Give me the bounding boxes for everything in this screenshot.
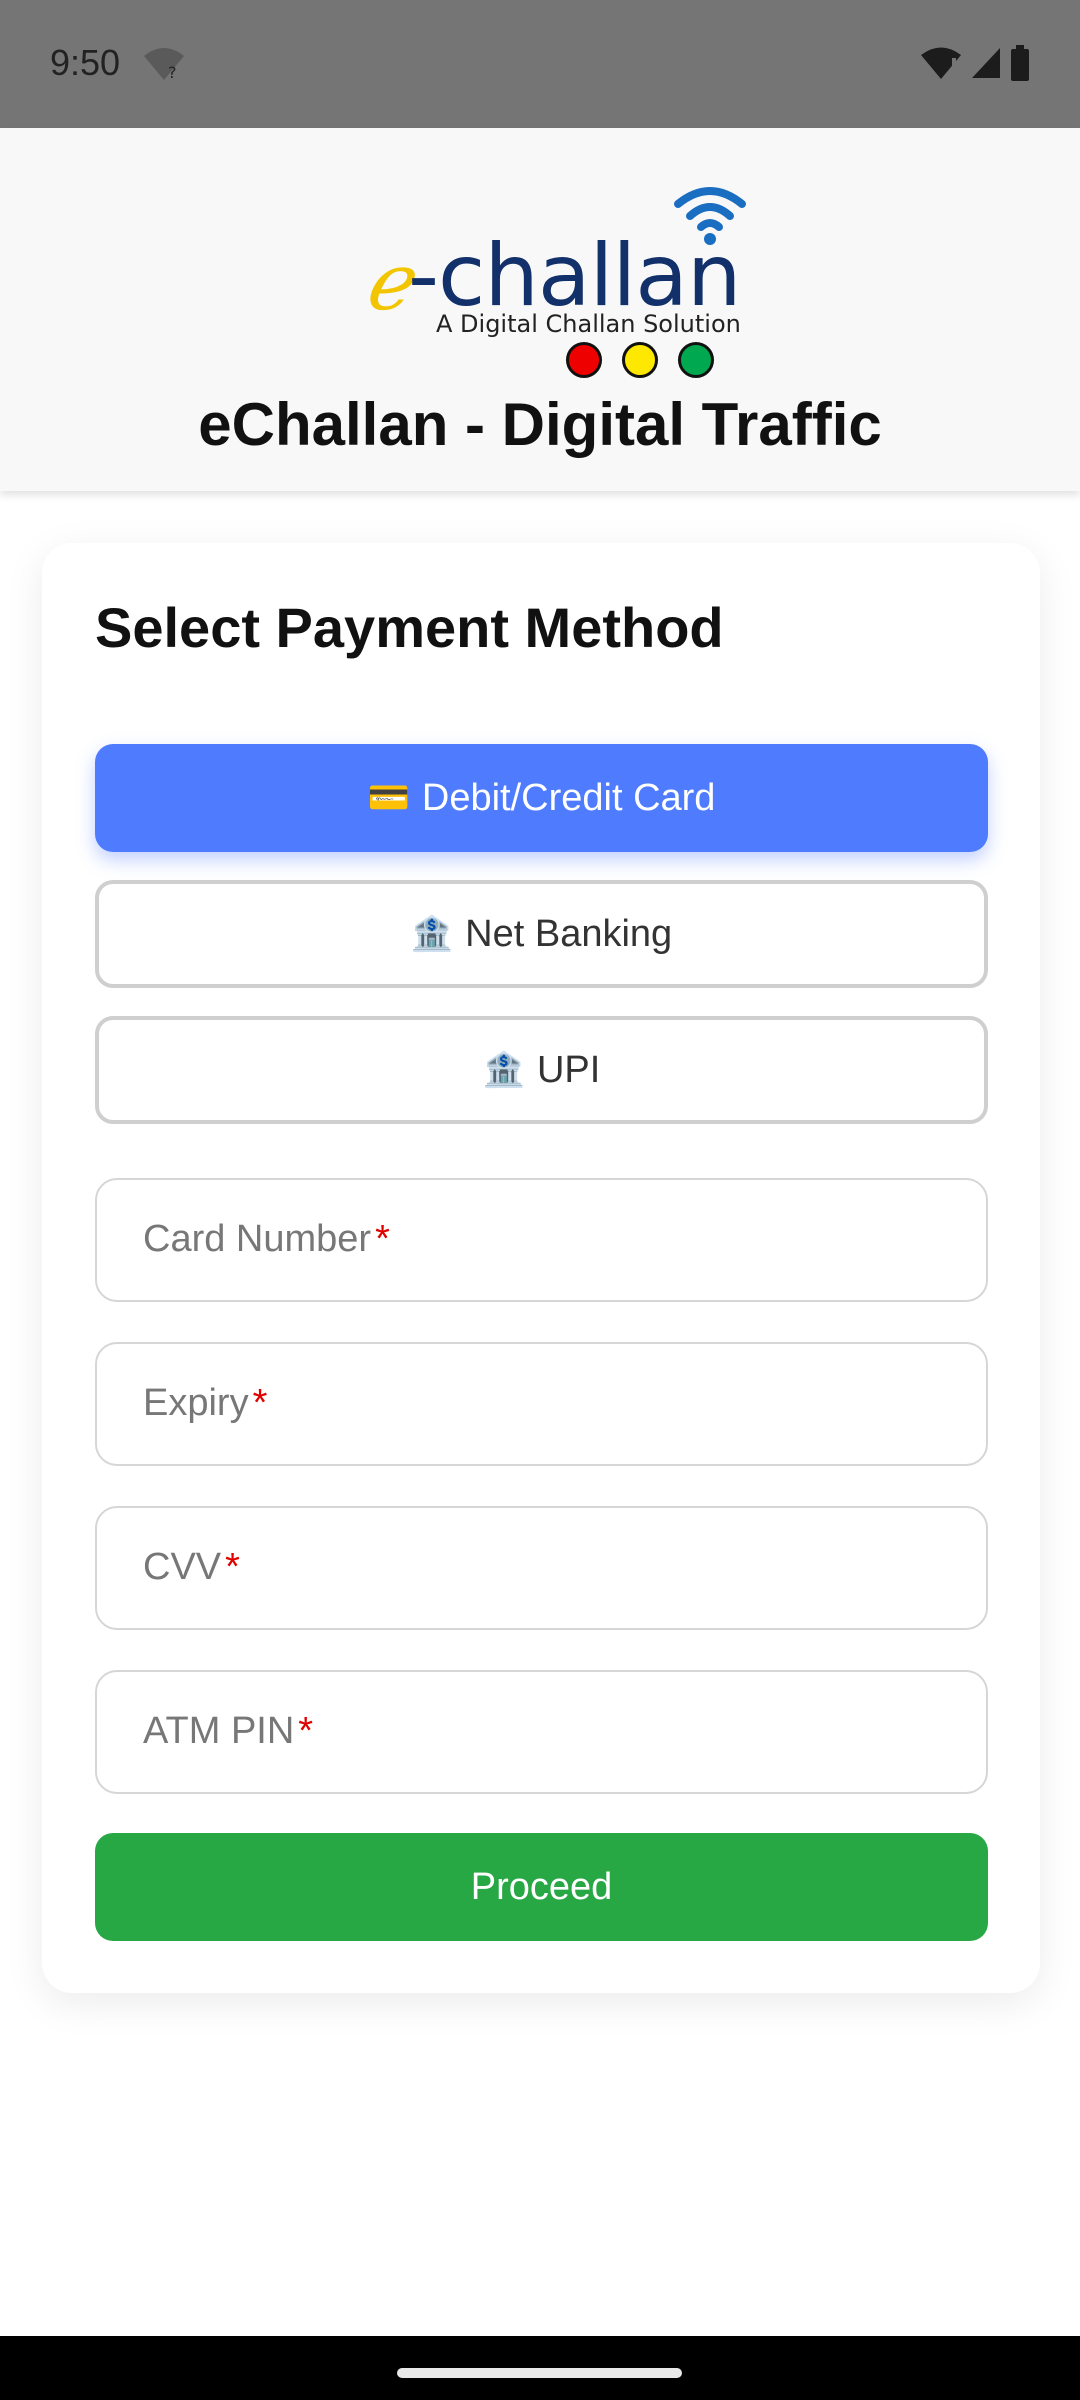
echallan-logo: ℯ -challan A Digital Challan Solution [360,182,760,382]
payment-card: Select Payment Method 💳 Debit/Credit Car… [42,543,1040,1993]
method-debit-credit-card[interactable]: 💳 Debit/Credit Card [95,744,988,852]
logo-e-glyph: ℯ [364,238,411,328]
wifi-icon [674,187,746,245]
card-number-field[interactable]: Card Number * [95,1178,988,1302]
wifi-alert-icon [921,47,961,79]
app-title: eChallan - Digital Traffic [198,391,882,458]
method-label: UPI [536,1048,601,1091]
method-net-banking[interactable]: 🏦 Net Banking [95,880,988,988]
traffic-dot-red [566,342,602,378]
atm-pin-input[interactable] [97,1672,986,1792]
cell-signal-icon [972,48,1000,78]
bank-icon: 🏦 [482,1051,525,1089]
proceed-button[interactable]: Proceed [95,1833,988,1941]
atm-pin-field[interactable]: ATM PIN * [95,1670,988,1794]
status-right-icons [920,44,1030,82]
home-gesture-handle[interactable] [397,2368,682,2378]
expiry-input[interactable] [97,1344,986,1464]
method-upi[interactable]: 🏦 UPI [95,1016,988,1124]
expiry-field[interactable]: Expiry * [95,1342,988,1466]
cvv-input[interactable] [97,1508,986,1628]
wifi-question-icon: ? [144,48,184,82]
cvv-field[interactable]: CVV * [95,1506,988,1630]
payment-title: Select Payment Method [95,596,724,659]
battery-icon [1011,45,1029,81]
credit-card-icon: 💳 [367,779,410,817]
navigation-bar [0,2336,1080,2400]
logo-tagline: A Digital Challan Solution [436,310,741,338]
card-number-input[interactable] [97,1180,986,1300]
traffic-dot-green [678,342,714,378]
bank-icon: 🏦 [410,915,454,953]
status-bar: 9:50 ? [0,0,1080,128]
method-label: Net Banking [465,912,673,955]
status-time: 9:50 [50,42,121,83]
svg-text:?: ? [168,63,177,82]
method-label: Debit/Credit Card [421,776,716,819]
traffic-dot-yellow [622,342,658,378]
